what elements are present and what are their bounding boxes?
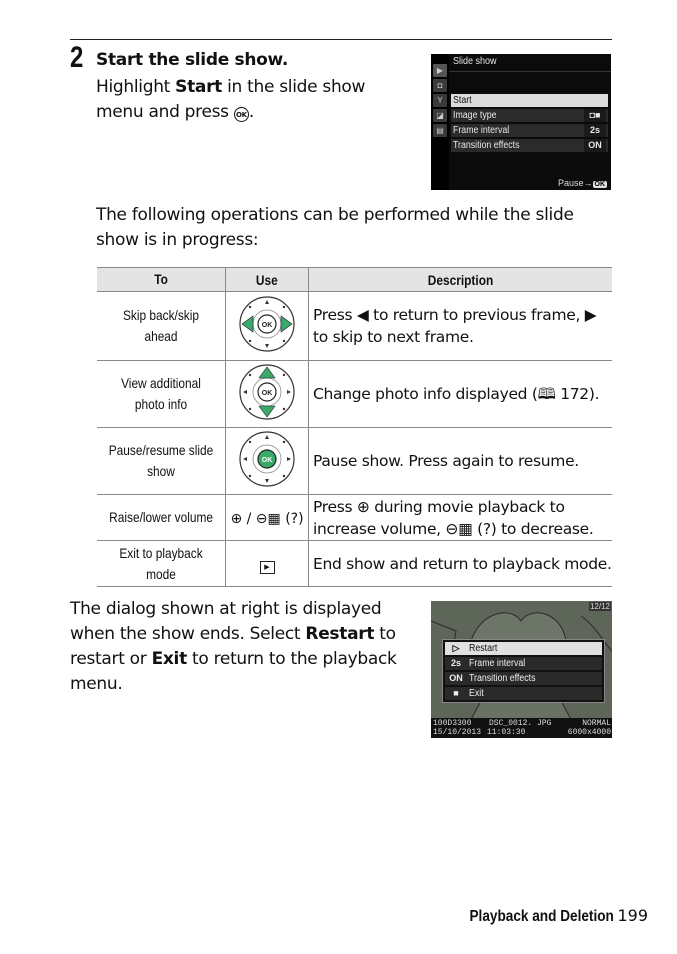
camera-tab-icon[interactable]: ◘ — [433, 79, 447, 92]
step-body-bold: Start — [175, 77, 223, 97]
cell-use: OK — [225, 427, 309, 495]
menu-item-label: Transition effects — [453, 140, 520, 151]
menu-item-label: Frame interval — [453, 125, 510, 136]
recent-tab-icon[interactable]: ▤ — [433, 124, 447, 137]
stop-icon: ■ — [453, 688, 459, 698]
cell-description: End show and return to playback mode. — [308, 540, 612, 587]
time: 11:03:30 — [487, 728, 526, 737]
play-outline-icon: ▷ — [452, 643, 460, 653]
menu-item-value: ON — [584, 139, 606, 152]
frame-counter: 12/12 — [588, 602, 611, 611]
slideshow-menu-screen: ▶ ◘ Y ◪ ▤ Slide show Start Image type ◘■… — [431, 54, 611, 190]
cell-description: Press ⊕ during movie playback to increas… — [308, 494, 612, 541]
step-body-text: Highlight — [96, 77, 176, 97]
playback-button-icon: ▶ — [259, 560, 275, 574]
menu-item-frame-interval[interactable]: Frame interval 2s — [451, 124, 608, 137]
ok-button-highlight-icon: OK — [239, 431, 295, 487]
end-text-bold-exit: Exit — [151, 649, 188, 669]
multi-selector-left-right-icon: OK — [239, 296, 295, 352]
cell-description: Pause show. Press again to resume. — [308, 427, 612, 495]
image-quality: NORMAL — [582, 719, 611, 728]
table-header-row: To Use Description — [97, 267, 612, 292]
cell-description: Press ◀ to return to previous frame, ▶ t… — [308, 291, 612, 361]
playback-tab-icon[interactable]: ▶ — [433, 64, 447, 77]
dialog-item-label: Exit — [469, 688, 484, 699]
menu-item-image-type[interactable]: Image type ◘■ — [451, 109, 608, 122]
dialog-item-label: Transition effects — [469, 673, 536, 684]
step-title: Start the slide show. — [96, 50, 289, 70]
zoom-in-zoom-out-icon: ⊕ / ⊖▦ (?) — [230, 511, 304, 527]
svg-text:OK: OK — [262, 457, 273, 464]
top-rule — [70, 39, 612, 40]
end-text-bold-restart: Restart — [305, 624, 375, 644]
svg-text:OK: OK — [262, 390, 273, 397]
menu-title-rule — [449, 71, 611, 72]
page-number: 199 — [617, 906, 648, 925]
menu-item-value: 2s — [584, 124, 606, 137]
cell-use: OK — [225, 291, 309, 361]
ok-button-icon: OK — [592, 181, 607, 188]
dialog-item-frame-interval[interactable]: 2s Frame interval — [445, 657, 602, 670]
menu-item-label: Image type — [453, 110, 497, 121]
dialog-item-transition-effects[interactable]: ON Transition effects — [445, 672, 602, 685]
pause-hint: Pause→ OK — [558, 178, 607, 188]
photo-movie-icon: ◘■ — [584, 109, 606, 122]
table-row: Skip back/skip ahead OK Press ◀ to retur… — [97, 291, 612, 361]
cell-use: OK — [225, 360, 309, 428]
menu-item-transition-effects[interactable]: Transition effects ON — [451, 139, 608, 152]
operations-intro: The following operations can be performe… — [96, 205, 574, 250]
menu-item-label: Start — [453, 95, 472, 106]
table-row: View additional photo info OK Change pho… — [97, 360, 612, 428]
svg-text:OK: OK — [262, 322, 273, 329]
header-use: Use — [225, 267, 309, 292]
dialog-item-label: Frame interval — [469, 658, 526, 669]
end-dialog-description: The dialog shown at right is displayed w… — [70, 597, 415, 697]
pause-hint-label: Pause→ — [557, 178, 593, 188]
menu-item-start[interactable]: Start — [451, 94, 608, 107]
image-size: 6000x4000 — [567, 728, 611, 737]
step-number: 2 — [70, 41, 84, 74]
folder-name: 100D3300 — [433, 719, 472, 728]
date: 15/10/2013 — [433, 728, 482, 737]
end-dialog-screen: 12/12 ▷ Restart 2s Frame interval ON Tra… — [431, 601, 612, 738]
wrench-tab-icon[interactable]: Y — [433, 94, 447, 107]
ok-button-icon: OK — [233, 107, 249, 122]
cell-to: Skip back/skip ahead — [97, 291, 226, 361]
step-body: Highlight Start in the slide show menu a… — [96, 75, 416, 125]
photo-info-bar: 100D3300 DSC_0012. JPG NORMAL 15/10/2013… — [431, 718, 612, 738]
menu-tabs: ▶ ◘ Y ◪ ▤ — [431, 54, 449, 190]
step-body-end: . — [248, 102, 254, 122]
operations-table: To Use Description Skip back/skip ahead … — [97, 267, 612, 587]
file-name: DSC_0012. JPG — [489, 719, 552, 728]
page-footer: Playback and Deletion 199 — [444, 906, 648, 926]
end-dialog: ▷ Restart 2s Frame interval ON Transitio… — [442, 639, 605, 703]
cell-use: ⊕ / ⊖▦ (?) — [225, 494, 309, 541]
cell-to: Raise/lower volume — [97, 494, 226, 541]
table-row: Exit to playback mode ▶ End show and ret… — [97, 540, 612, 587]
cell-to: Exit to playback mode — [97, 540, 226, 587]
cell-to: Pause/resume slide show — [97, 427, 226, 495]
header-description: Description — [308, 267, 612, 292]
table-row: Pause/resume slide show OK Pause show. P… — [97, 427, 612, 495]
dialog-item-exit[interactable]: ■ Exit — [445, 687, 602, 700]
header-to: To — [97, 267, 226, 292]
interval-icon: 2s — [450, 658, 461, 668]
cell-to: View additional photo info — [97, 360, 226, 428]
menu-title: Slide show — [453, 56, 497, 67]
table-row: Raise/lower volume ⊕ / ⊖▦ (?) Press ⊕ du… — [97, 494, 612, 541]
retouch-tab-icon[interactable]: ◪ — [433, 109, 447, 122]
transition-on-icon: ON — [449, 673, 463, 683]
multi-selector-up-down-icon: OK — [239, 364, 295, 420]
cell-description: Change photo info displayed (🕮 172). — [308, 360, 612, 428]
section-title: Playback and Deletion — [469, 908, 614, 925]
dialog-item-label: Restart — [469, 643, 498, 654]
cell-use: ▶ — [225, 540, 309, 587]
dialog-item-restart[interactable]: ▷ Restart — [445, 642, 602, 655]
